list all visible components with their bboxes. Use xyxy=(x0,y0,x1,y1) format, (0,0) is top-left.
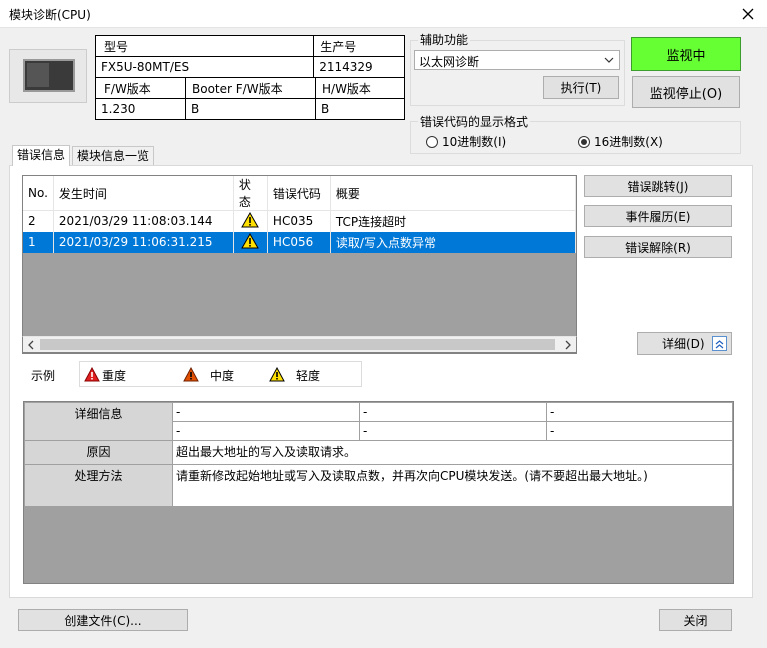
radio-hex-circle[interactable] xyxy=(578,136,590,148)
radio-decimal-circle[interactable] xyxy=(426,136,438,148)
format-label: 错误代码的显示格式 xyxy=(418,113,531,130)
radio-decimal[interactable]: 10进制数(I) xyxy=(426,133,506,150)
monitor-stop-button[interactable]: 监视停止(O) xyxy=(632,76,740,108)
aux-selected: 以太网诊断 xyxy=(419,55,480,69)
window-title: 模块诊断(CPU) xyxy=(9,8,91,22)
serial-value: 2114329 xyxy=(313,56,405,78)
col-summary[interactable]: 概要 xyxy=(330,176,576,211)
col-no[interactable]: No. xyxy=(23,176,54,211)
title-bar xyxy=(0,0,767,28)
collapse-icon xyxy=(712,336,727,351)
col-code[interactable]: 错误代码 xyxy=(267,176,331,211)
row-no: 1 xyxy=(23,231,54,253)
detail-cell: - xyxy=(172,421,360,441)
minor-warning-icon xyxy=(233,231,268,253)
detail-table: 详细信息 - - - - - - 原因 超出最大地址的写入及读取请求。 处理方法… xyxy=(23,401,734,584)
legend-label: 示例 xyxy=(31,369,56,383)
row-code: HC035 xyxy=(267,210,331,232)
detail-cell: - xyxy=(359,421,547,441)
close-button[interactable]: 关闭 xyxy=(659,609,732,631)
row-summary: 读取/写入点数异常 xyxy=(330,231,576,253)
solution-label: 处理方法 xyxy=(24,464,173,507)
hw-value: B xyxy=(315,98,405,120)
detail-cell: - xyxy=(546,421,733,441)
tab-module-list[interactable]: 模块信息一览 xyxy=(72,146,155,165)
detail-cell: - xyxy=(172,402,360,422)
major-error-icon xyxy=(84,366,100,385)
close-icon[interactable] xyxy=(733,0,763,28)
chevron-down-icon xyxy=(604,54,614,68)
detail-info-label: 详细信息 xyxy=(24,402,173,441)
row-code: HC056 xyxy=(267,231,331,253)
legend-minor: 轻度 xyxy=(296,369,321,383)
radio-decimal-label: 10进制数(I) xyxy=(442,135,507,149)
execute-button[interactable]: 执行(T) xyxy=(543,76,619,99)
monitoring-button[interactable]: 监视中 xyxy=(631,37,741,71)
serial-label: 生产号 xyxy=(313,35,405,57)
hw-label: H/W版本 xyxy=(315,77,405,99)
error-clear-button[interactable]: 错误解除(R) xyxy=(584,236,732,258)
legend-moderate: 中度 xyxy=(210,369,235,383)
table-row-selected[interactable]: 1 2021/03/29 11:06:31.215 HC056 读取/写入点数异… xyxy=(23,231,576,253)
legend-box: 重度 中度 轻度 xyxy=(79,361,362,387)
detail-button-label: 详细(D) xyxy=(662,337,705,351)
fw-value: 1.230 xyxy=(95,98,186,120)
minor-warning-icon xyxy=(233,210,268,232)
detail-cell: - xyxy=(359,402,547,422)
module-info-table: 型号 生产号 FX5U-80MT/ES 2114329 F/W版本 Booter… xyxy=(94,35,405,120)
col-time[interactable]: 发生时间 xyxy=(53,176,234,211)
create-file-button[interactable]: 创建文件(C)... xyxy=(18,609,188,631)
detail-button[interactable]: 详细(D) xyxy=(637,332,732,355)
cause-text: 超出最大地址的写入及读取请求。 xyxy=(172,440,733,465)
fw-label: F/W版本 xyxy=(95,77,186,99)
solution-text: 请重新修改起始地址或写入及读取点数，并再次向CPU模块发送。(请不要超出最大地址… xyxy=(172,464,733,507)
scroll-left-icon[interactable] xyxy=(27,339,35,353)
scroll-right-icon[interactable] xyxy=(564,339,572,353)
model-label: 型号 xyxy=(94,35,315,57)
aux-label: 辅助功能 xyxy=(418,31,471,48)
col-status[interactable]: 状态 xyxy=(233,176,268,211)
radio-hex[interactable]: 16进制数(X) xyxy=(578,133,663,150)
event-history-button[interactable]: 事件履历(E) xyxy=(584,205,732,227)
aux-select[interactable]: 以太网诊断 xyxy=(414,50,620,70)
booter-value: B xyxy=(185,98,316,120)
scroll-thumb[interactable] xyxy=(40,339,555,350)
booter-label: Booter F/W版本 xyxy=(185,77,316,99)
tab-error-info[interactable]: 错误信息 xyxy=(12,145,71,166)
moderate-error-icon xyxy=(183,366,199,385)
row-time: 2021/03/29 11:06:31.215 xyxy=(53,231,234,253)
detail-cell: - xyxy=(546,402,733,422)
error-table: No. 发生时间 状态 错误代码 概要 2 2021/03/29 11:08:0… xyxy=(22,175,577,354)
row-summary: TCP连接超时 xyxy=(330,210,576,232)
row-time: 2021/03/29 11:08:03.144 xyxy=(53,210,234,232)
cause-label: 原因 xyxy=(24,440,173,465)
legend-major: 重度 xyxy=(102,369,127,383)
row-no: 2 xyxy=(23,210,54,232)
minor-error-icon xyxy=(269,366,285,385)
horizontal-scrollbar[interactable] xyxy=(22,336,577,353)
radio-hex-label: 16进制数(X) xyxy=(594,135,663,149)
table-header: No. 发生时间 状态 错误代码 概要 xyxy=(23,176,576,211)
model-value: FX5U-80MT/ES xyxy=(94,56,315,78)
error-jump-button[interactable]: 错误跳转(J) xyxy=(584,175,732,197)
module-image xyxy=(9,49,87,103)
table-row[interactable]: 2 2021/03/29 11:08:03.144 HC035 TCP连接超时 xyxy=(23,210,576,232)
